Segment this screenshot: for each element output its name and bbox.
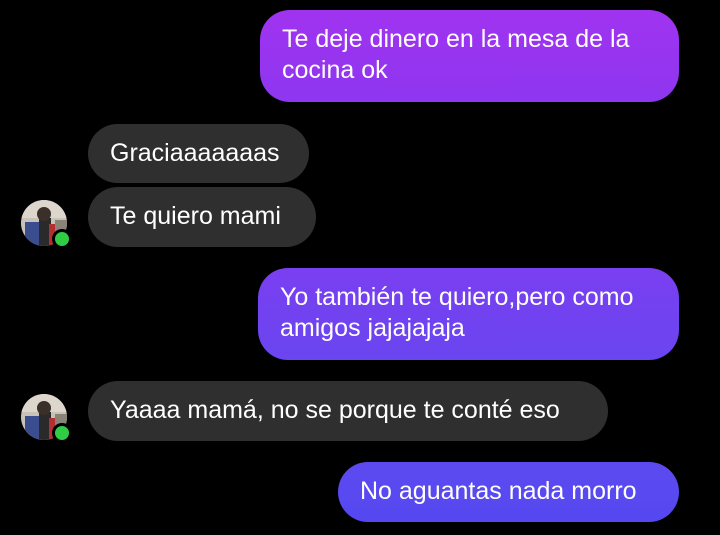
message-bubble-incoming[interactable]: Yaaaa mamá, no se porque te conté eso xyxy=(88,381,608,441)
message-text: cocina ok xyxy=(282,56,388,84)
message-text: Te deje dinero en la mesa de la xyxy=(282,25,630,53)
message-text: Yo también te quiero,pero como xyxy=(280,283,634,311)
message-text: Graciaaaaaaas xyxy=(110,139,280,167)
message-bubble-outgoing[interactable]: No aguantas nada morro xyxy=(338,462,679,522)
online-status-icon xyxy=(52,229,72,249)
message-bubble-outgoing[interactable]: Te deje dinero en la mesa de la cocina o… xyxy=(260,10,679,102)
contact-avatar[interactable] xyxy=(21,200,72,249)
message-text: amigos jajajajaja xyxy=(280,314,465,342)
message-bubble-incoming[interactable]: Graciaaaaaaas xyxy=(88,124,309,183)
message-text: Te quiero mami xyxy=(110,202,281,230)
message-bubble-outgoing[interactable]: Yo también te quiero,pero como amigos ja… xyxy=(258,268,679,360)
online-status-icon xyxy=(52,423,72,443)
message-text: Yaaaa mamá, no se porque te conté eso xyxy=(110,396,560,424)
message-bubble-incoming[interactable]: Te quiero mami xyxy=(88,187,316,247)
message-text: No aguantas nada morro xyxy=(360,477,637,505)
contact-avatar[interactable] xyxy=(21,394,72,443)
